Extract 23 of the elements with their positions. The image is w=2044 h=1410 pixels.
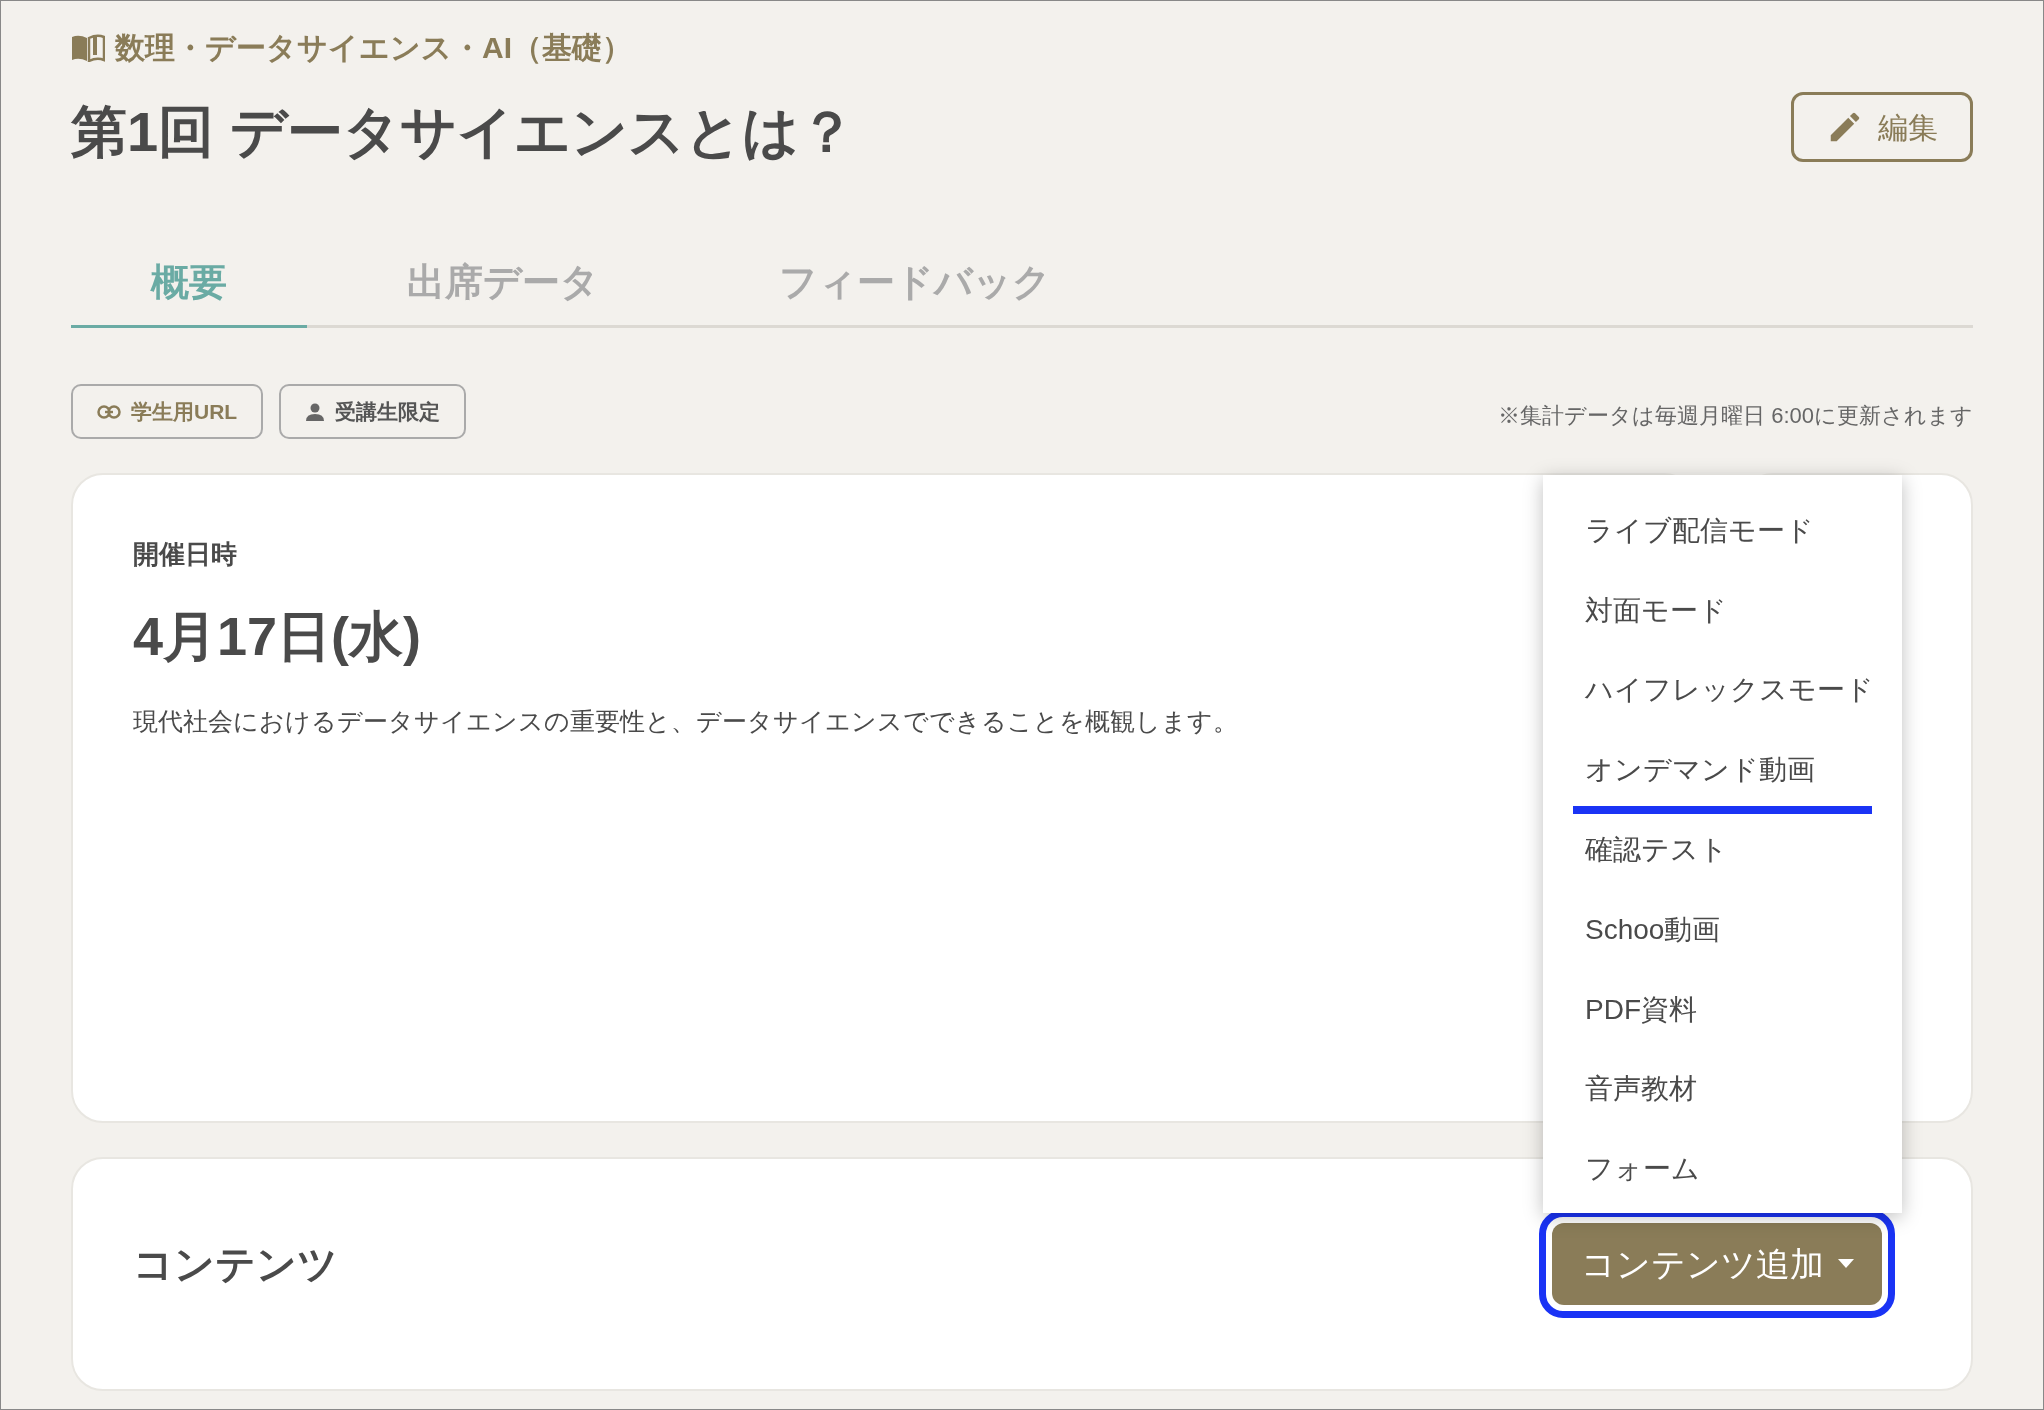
- section-label: 開催日時: [133, 538, 237, 571]
- course-breadcrumb[interactable]: 数理・データサイエンス・AI（基礎）: [115, 25, 632, 70]
- section-heading: コンテンツ: [133, 1241, 338, 1288]
- description-text: 現代社会におけるデータサイエンスの重要性と、データサイエンスでできることを概観します。: [133, 706, 1238, 737]
- menu-item[interactable]: 対面モード: [1573, 574, 1872, 655]
- book-icon: [71, 33, 105, 62]
- event-date: 4月17日(水): [133, 605, 422, 668]
- menu-item[interactable]: ライブ配信モード: [1573, 495, 1872, 575]
- menu-item[interactable]: オンデマンド動画: [1573, 734, 1872, 815]
- menu-item[interactable]: PDF資料: [1573, 973, 1872, 1054]
- page-title: 第1回 データサイエンスとは？: [71, 99, 855, 165]
- update-note: ※集計データは毎週月曜日 6:00に更新されます: [1498, 402, 1973, 430]
- link-icon: [97, 404, 121, 419]
- caret-icon: [1837, 1259, 1854, 1269]
- person-icon: [305, 401, 326, 422]
- add-content-button[interactable]: コンテンツ追加: [1539, 1210, 1895, 1318]
- tag-chip[interactable]: 学生用URL: [71, 384, 264, 439]
- tag-chip[interactable]: 受講生限定: [279, 384, 467, 439]
- menu-item[interactable]: Schoo動画: [1573, 893, 1872, 974]
- edit-button[interactable]: 編集: [1791, 92, 1973, 162]
- menu-item[interactable]: 音声教材: [1573, 1053, 1872, 1134]
- menu-item[interactable]: ハイフレックスモード: [1573, 654, 1872, 735]
- menu-item[interactable]: 確認テスト: [1573, 814, 1872, 894]
